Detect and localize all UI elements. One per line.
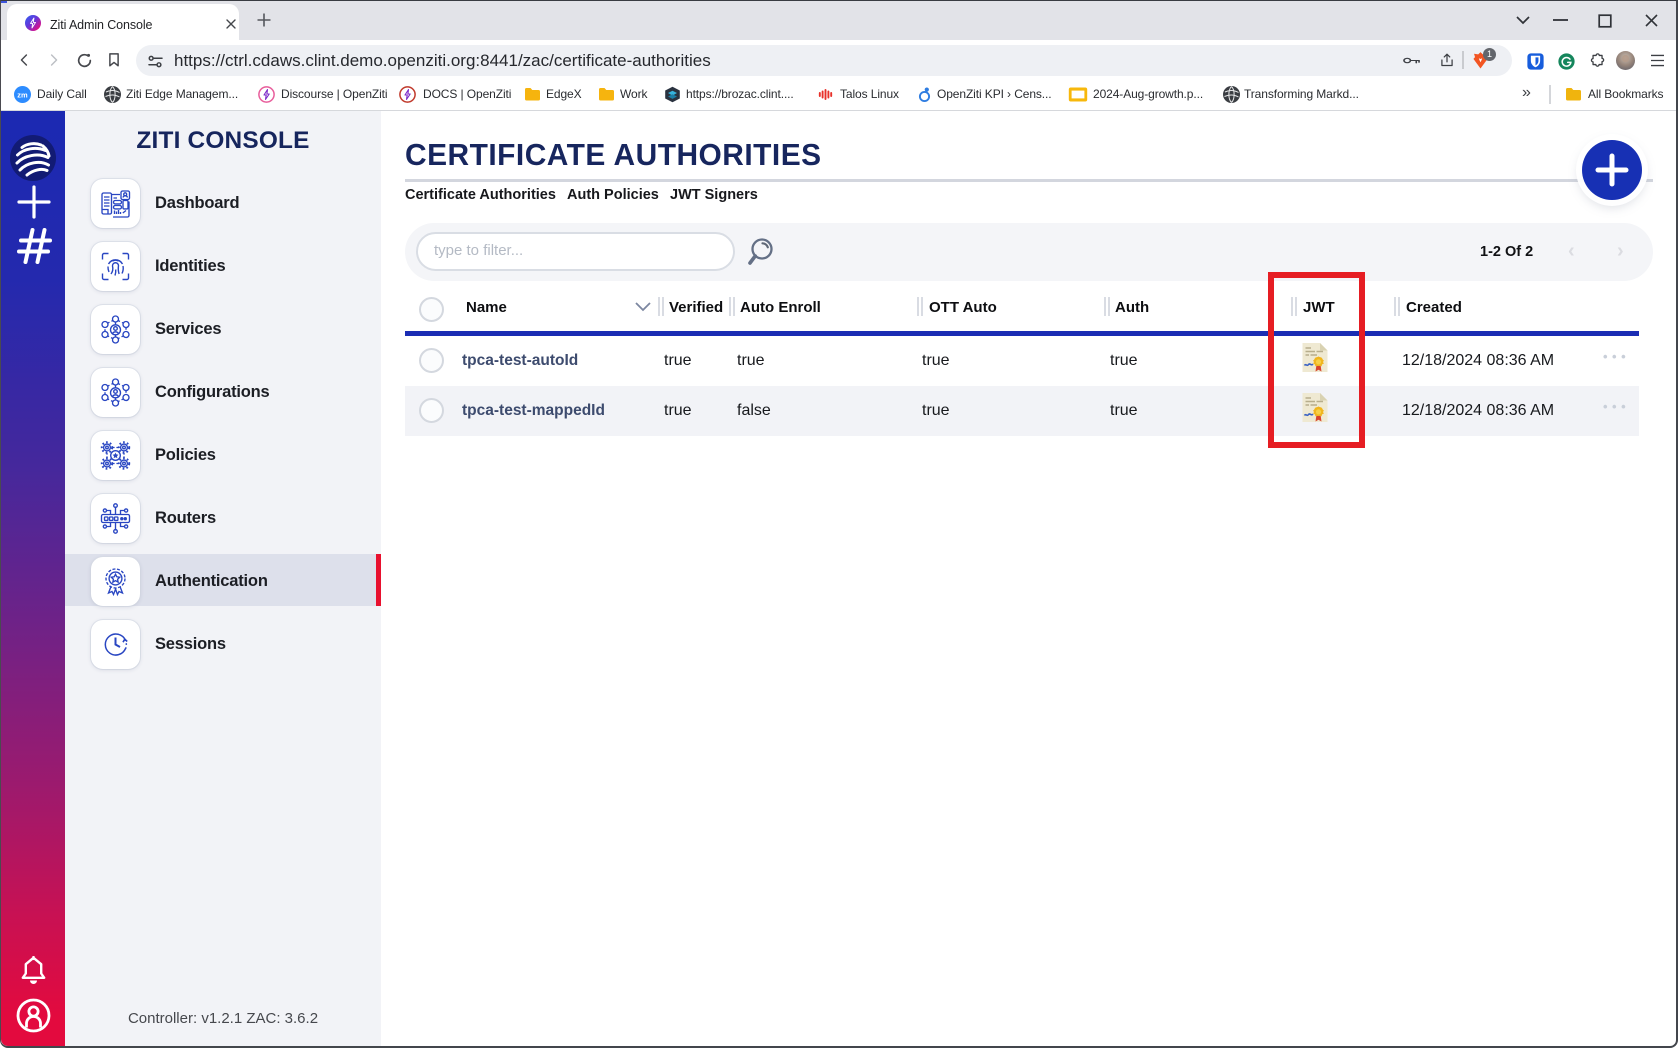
svg-text:zm: zm [17,91,28,100]
